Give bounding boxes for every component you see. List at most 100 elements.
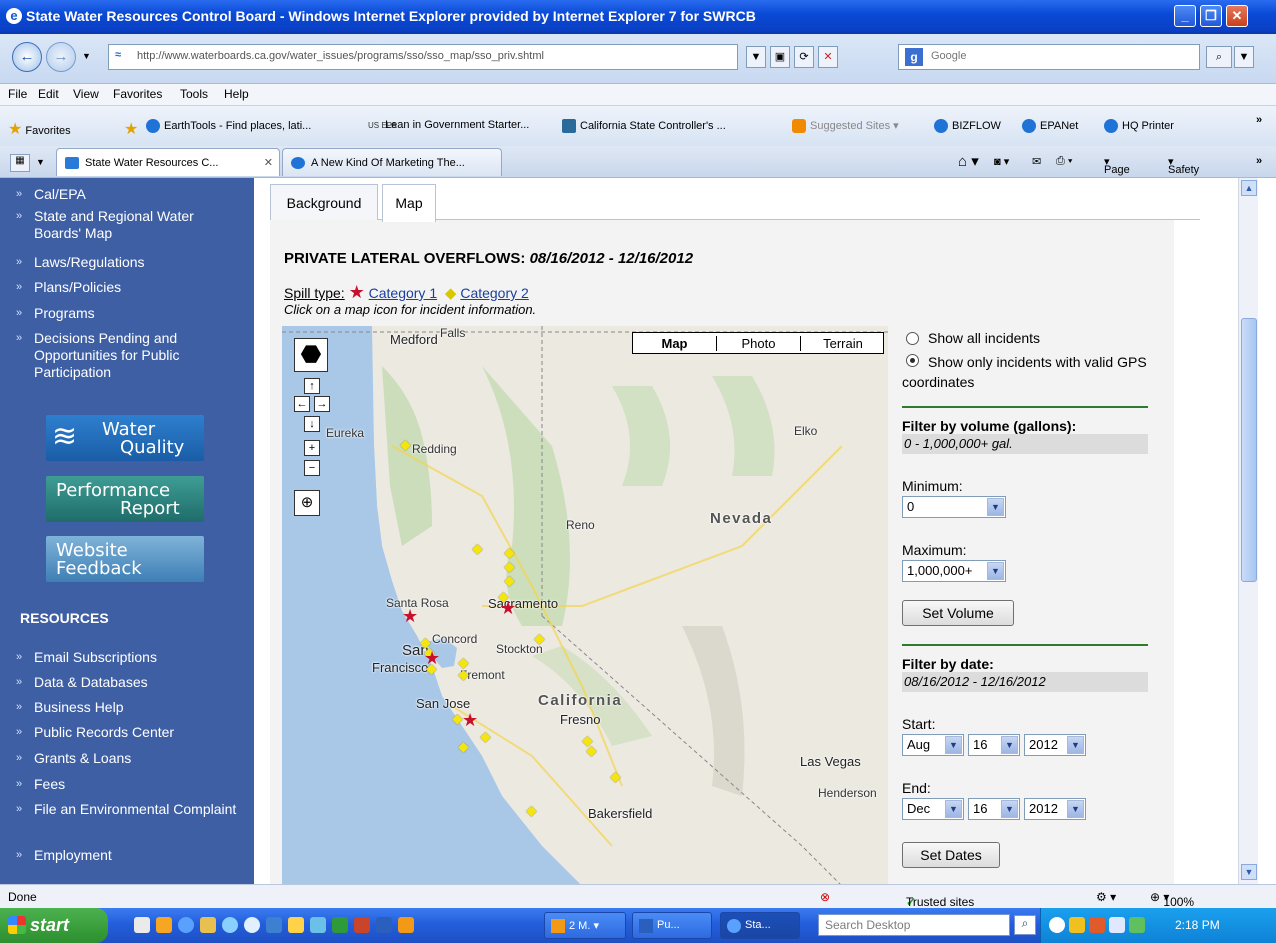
- quicklaunch-icon[interactable]: [288, 917, 304, 933]
- fav-suggested-sites[interactable]: Suggested Sites ▾: [792, 119, 899, 134]
- quicklaunch-icon[interactable]: [310, 917, 326, 933]
- address-input[interactable]: ≈ http://www.waterboards.ca.gov/water_is…: [108, 44, 738, 70]
- page-menu[interactable]: Page ▾: [1104, 155, 1130, 176]
- end-year-select[interactable]: 2012 ▼: [1024, 798, 1086, 820]
- nav-item-grants[interactable]: » Grants & Loans: [16, 750, 244, 767]
- incident-diamond-icon[interactable]: ◆: [534, 630, 545, 647]
- feeds-icon[interactable]: ◙ ▾: [994, 155, 1009, 168]
- end-day-select[interactable]: 16 ▼: [968, 798, 1020, 820]
- blocked-content-icon[interactable]: ⊗: [820, 890, 830, 904]
- california-outline-icon[interactable]: ⬣: [294, 338, 328, 372]
- search-input[interactable]: g Google: [898, 44, 1200, 70]
- mail-icon[interactable]: ✉: [1032, 155, 1041, 168]
- outlook-icon[interactable]: [398, 917, 414, 933]
- map-type-photo[interactable]: Photo: [717, 336, 801, 351]
- incident-diamond-icon[interactable]: ◆: [480, 728, 491, 745]
- restore-button[interactable]: ❐: [1200, 5, 1222, 27]
- tray-icon[interactable]: [1069, 917, 1085, 933]
- nav-item-boards-map[interactable]: » State and Regional Water Boards' Map: [16, 208, 244, 242]
- tab-map[interactable]: Map: [382, 184, 436, 222]
- tab-close-icon[interactable]: ✕: [264, 156, 273, 169]
- search-options-button[interactable]: ▼: [1234, 46, 1254, 68]
- close-button[interactable]: ✕: [1226, 5, 1248, 27]
- address-dropdown-button[interactable]: ▼: [746, 46, 766, 68]
- zoom-in-button[interactable]: +: [304, 440, 320, 456]
- menu-file[interactable]: File: [8, 87, 27, 101]
- minimize-button[interactable]: _: [1174, 5, 1196, 27]
- zoom-control[interactable]: ⊕ 100% ▾: [1150, 890, 1194, 909]
- magnifier-zoom-icon[interactable]: ⊕: [294, 490, 320, 516]
- incident-diamond-icon[interactable]: ◆: [504, 572, 515, 589]
- network-icon[interactable]: [1129, 917, 1145, 933]
- nav-item-programs[interactable]: » Programs: [16, 305, 244, 322]
- quicklaunch-icon[interactable]: [156, 917, 172, 933]
- nav-item-complaint[interactable]: » File an Environmental Complaint: [16, 801, 244, 818]
- start-day-select[interactable]: 16 ▼: [968, 734, 1020, 756]
- category2-link[interactable]: Category 2: [460, 285, 528, 301]
- print-icon[interactable]: ⎙ ▾: [1056, 155, 1072, 168]
- nav-item-email-subscriptions[interactable]: » Email Subscriptions: [16, 649, 244, 666]
- incident-diamond-icon[interactable]: ◆: [610, 768, 621, 785]
- nav-item-plans[interactable]: » Plans/Policies: [16, 279, 244, 296]
- pan-right-button[interactable]: →: [314, 396, 330, 412]
- nav-item-data[interactable]: » Data & Databases: [16, 674, 244, 691]
- tray-icon[interactable]: [1109, 917, 1125, 933]
- search-button[interactable]: ⌕: [1206, 46, 1232, 68]
- incident-diamond-icon[interactable]: ◆: [458, 666, 469, 683]
- menu-edit[interactable]: Edit: [38, 87, 59, 101]
- incident-star-icon[interactable]: ★: [424, 648, 440, 669]
- tab-background[interactable]: Background: [270, 184, 378, 220]
- fav-bizflow[interactable]: BIZFLOW: [934, 119, 1001, 133]
- commandbar-overflow-icon[interactable]: »: [1256, 155, 1262, 167]
- fav-controller[interactable]: California State Controller's ...: [562, 119, 726, 133]
- quicklaunch-icon[interactable]: [244, 917, 260, 933]
- quick-tabs-icon[interactable]: ▦: [10, 154, 30, 172]
- history-dropdown-icon[interactable]: ▼: [82, 51, 91, 61]
- water-quality-banner[interactable]: ≋ Water Quality: [46, 415, 204, 461]
- incident-star-icon[interactable]: ★: [402, 606, 418, 627]
- stop-button[interactable]: ✕: [818, 46, 838, 68]
- incident-star-icon[interactable]: ★: [500, 598, 516, 619]
- fav-epanet[interactable]: EPANet: [1022, 119, 1078, 133]
- nav-item-public-records[interactable]: » Public Records Center: [16, 724, 244, 741]
- nav-item-employment[interactable]: » Employment: [16, 847, 244, 864]
- home-icon[interactable]: ⌂ ▾: [958, 152, 979, 170]
- start-month-select[interactable]: Aug ▼: [902, 734, 964, 756]
- pan-left-button[interactable]: ←: [294, 396, 310, 412]
- tray-icon[interactable]: [1089, 917, 1105, 933]
- protected-mode-icon[interactable]: ⚙ ▾: [1096, 890, 1116, 904]
- minimum-select[interactable]: 0 ▼: [902, 496, 1006, 518]
- tab-state-water[interactable]: State Water Resources C... ✕: [56, 148, 280, 176]
- nav-item-fees[interactable]: » Fees: [16, 776, 244, 793]
- scroll-up-icon[interactable]: ▲: [1241, 180, 1257, 196]
- incident-diamond-icon[interactable]: ◆: [472, 540, 483, 557]
- quicklaunch-icon[interactable]: [266, 917, 282, 933]
- incident-diamond-icon[interactable]: ◆: [586, 742, 597, 759]
- website-feedback-banner[interactable]: Website Feedback: [46, 536, 204, 582]
- favorites-overflow-icon[interactable]: »: [1256, 114, 1262, 126]
- menu-view[interactable]: View: [73, 87, 99, 101]
- nav-item-decisions[interactable]: » Decisions Pending and Opportunities for…: [16, 330, 244, 381]
- ie-icon[interactable]: [178, 917, 194, 933]
- desktop-search-input[interactable]: Search Desktop: [818, 914, 1010, 936]
- end-month-select[interactable]: Dec ▼: [902, 798, 964, 820]
- taskbar-button-outlook[interactable]: 2 M. ▾: [544, 912, 626, 939]
- forward-button[interactable]: →: [46, 42, 76, 72]
- favorites-button[interactable]: ★ Favorites: [8, 119, 71, 139]
- scroll-thumb[interactable]: [1241, 318, 1257, 582]
- pan-down-button[interactable]: ↓: [304, 416, 320, 432]
- excel-icon[interactable]: [332, 917, 348, 933]
- scroll-down-icon[interactable]: ▼: [1241, 864, 1257, 880]
- tab-new-marketing[interactable]: A New Kind Of Marketing The...: [282, 148, 502, 176]
- set-dates-button[interactable]: Set Dates: [902, 842, 1000, 868]
- performance-report-banner[interactable]: Performance Report: [46, 476, 204, 522]
- incident-diamond-icon[interactable]: ◆: [458, 738, 469, 755]
- tray-icon[interactable]: [1049, 917, 1065, 933]
- fav-hq-printer[interactable]: HQ Printer: [1104, 119, 1174, 133]
- add-favorite-button[interactable]: ★: [124, 119, 138, 139]
- start-button[interactable]: start: [0, 908, 108, 943]
- map-type-terrain[interactable]: Terrain: [801, 336, 885, 351]
- taskbar-button-word[interactable]: Pu...: [632, 912, 712, 939]
- quicklaunch-icon[interactable]: [134, 917, 150, 933]
- fav-lean[interactable]: US EPA Lean in Government Starter...: [368, 119, 529, 131]
